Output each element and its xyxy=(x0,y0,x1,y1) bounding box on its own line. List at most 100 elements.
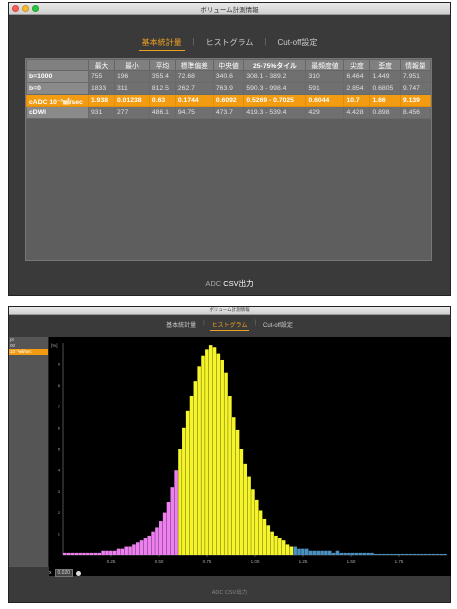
csv-export-button[interactable]: ADC CSV出力 xyxy=(9,278,450,289)
table-cell: 94.75 xyxy=(174,106,214,119)
column-header[interactable]: 標準偏差 xyxy=(174,59,214,71)
histogram-bar xyxy=(189,396,194,555)
histogram-bar xyxy=(377,553,382,555)
histogram-bar xyxy=(155,527,159,555)
histogram-bar xyxy=(312,550,317,555)
table-cell: 1.449 xyxy=(369,70,401,83)
x-tick-label: 1.25 xyxy=(299,559,308,564)
table-cell: 0.898 xyxy=(369,106,401,119)
table-cell: 9.139 xyxy=(399,94,432,107)
y-tick-label: 3 xyxy=(58,489,61,494)
table-cell: 486.1 xyxy=(148,106,176,119)
histogram-bar xyxy=(89,552,94,555)
column-header[interactable]: 最大 xyxy=(88,59,115,71)
histogram-bar xyxy=(393,553,397,555)
histogram-bar xyxy=(289,546,294,555)
histogram-bar xyxy=(343,552,347,555)
histogram-bar xyxy=(208,345,213,555)
histogram-bar xyxy=(374,553,378,555)
column-header[interactable]: 中央値 xyxy=(212,59,245,71)
row-label: b=0 xyxy=(26,82,89,95)
table-row[interactable]: cDWI 931 277 486.1 94.75 473.7 419.3 - 5… xyxy=(26,106,432,119)
histogram-bar xyxy=(205,349,209,555)
column-header[interactable]: 情報量 xyxy=(399,59,432,71)
zoom-slider-knob[interactable] xyxy=(76,570,82,576)
histogram-bar xyxy=(278,538,282,555)
column-header[interactable]: 最頻度値 xyxy=(305,59,345,71)
histogram-bar xyxy=(301,548,305,555)
histogram-bar xyxy=(370,552,374,555)
histogram-bar xyxy=(170,487,175,555)
table-cell: 9.747 xyxy=(399,82,432,95)
histogram-bar xyxy=(66,552,71,555)
window-title: ボリューム計測情報 xyxy=(209,307,250,312)
histogram-bar xyxy=(281,540,286,555)
tab-cutoff[interactable]: Cut-off設定 xyxy=(261,319,295,331)
histogram-bar xyxy=(216,353,221,555)
table-cell: 755 xyxy=(88,70,115,83)
zoom-controls: x 0.020 xyxy=(49,569,82,577)
histogram-bar xyxy=(408,553,413,555)
y-tick-label: 5 xyxy=(58,447,61,452)
tab-histogram[interactable]: ヒストグラム xyxy=(209,319,250,331)
tab-separator: | xyxy=(203,320,205,326)
histogram-bar xyxy=(224,372,228,555)
histogram-bar xyxy=(239,449,244,555)
histogram-bar xyxy=(320,550,324,555)
histogram-bar xyxy=(231,417,236,555)
series-sidebar: pt 00 10⁻³㎟/sec xyxy=(9,337,49,567)
column-header[interactable]: 25-75%タイル xyxy=(243,59,307,71)
column-header[interactable]: 尖度 xyxy=(343,59,371,71)
histogram-bar xyxy=(400,553,405,555)
histogram-bar xyxy=(112,550,117,555)
histogram-bar xyxy=(366,552,370,555)
zoom-input[interactable]: 0.020 xyxy=(54,569,74,577)
table-cell: 6.464 xyxy=(343,70,371,83)
histogram-window: ボリューム計測情報 基本統計量 | ヒストグラム | Cut-off設定 pt … xyxy=(8,306,451,603)
histogram-bar xyxy=(101,550,105,555)
histogram-bar xyxy=(308,550,313,555)
csv-export-button[interactable]: ADC CSV出力 xyxy=(9,588,450,596)
table-cell: 0.63 xyxy=(148,94,176,107)
histogram-bar xyxy=(235,429,240,555)
histogram-bar xyxy=(285,544,290,555)
table-cell: 0.5269 - 0.7025 xyxy=(243,94,307,107)
histogram-bar xyxy=(197,366,201,555)
y-tick-label: 6 xyxy=(58,425,61,430)
y-tick-label: 2 xyxy=(58,510,61,515)
table-row[interactable]: b=1000 755 196 355.4 72.68 340.6 308.1 -… xyxy=(26,70,432,83)
histogram-bar xyxy=(70,552,75,555)
sidebar-item-selected[interactable]: 10⁻³㎟/sec xyxy=(9,349,48,355)
table-cell: 0.6805 xyxy=(369,82,401,95)
histogram-bar xyxy=(439,553,443,555)
histogram-bar xyxy=(431,553,436,555)
histogram-bar xyxy=(105,550,109,555)
column-header[interactable]: 平均 xyxy=(148,59,176,71)
column-header[interactable]: 歪度 xyxy=(369,59,401,71)
table-cell: 1833 xyxy=(88,82,115,95)
histogram-bar xyxy=(147,535,152,555)
histogram-bar xyxy=(351,552,355,555)
tab-basic-stats[interactable]: 基本統計量 xyxy=(164,319,198,331)
histogram-bar xyxy=(389,553,393,555)
table-row-selected[interactable]: cADC 10⁻³㎟/sec 1.938 0.01238 0.63 0.1744… xyxy=(26,94,432,107)
histogram-bar xyxy=(412,553,416,555)
histogram-bar xyxy=(274,535,278,555)
histogram-bar xyxy=(93,552,98,555)
tab-cutoff[interactable]: Cut-off設定 xyxy=(275,35,321,51)
title-bar: ボリューム計測情報 xyxy=(9,307,450,315)
table-cell: 2.854 xyxy=(343,82,371,95)
x-tick-label: 0.75 xyxy=(203,559,212,564)
row-label: b=1000 xyxy=(26,70,89,83)
histogram-bar xyxy=(262,518,267,555)
histogram-bar xyxy=(423,553,428,555)
table-cell: 10.7 xyxy=(343,94,371,107)
table-row[interactable]: b=0 1833 311 812.5 262.7 763.9 590.3 - 9… xyxy=(26,82,432,95)
table-cell: 311 xyxy=(113,82,150,95)
histogram-bar xyxy=(139,540,144,555)
histogram-bar xyxy=(354,552,359,555)
column-header[interactable]: 最小 xyxy=(113,59,150,71)
histogram-bar xyxy=(324,550,328,555)
tab-histogram[interactable]: ヒストグラム xyxy=(203,35,257,51)
tab-basic-stats[interactable]: 基本統計量 xyxy=(138,35,185,51)
